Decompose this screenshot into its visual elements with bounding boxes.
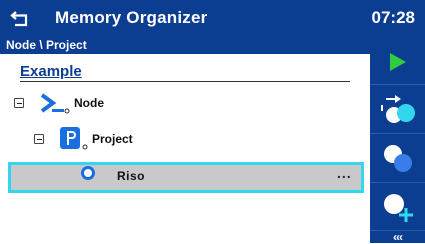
move-node-icon xyxy=(380,94,415,123)
move-node-button[interactable] xyxy=(370,87,425,130)
start-test-button[interactable] xyxy=(370,40,425,83)
copy-node-button[interactable] xyxy=(370,136,425,179)
divider xyxy=(370,182,425,183)
tree-item-riso[interactable] xyxy=(8,162,364,193)
divider xyxy=(370,84,425,85)
collapse-toggle[interactable] xyxy=(34,134,44,144)
copy-node-icon xyxy=(383,144,412,172)
section-heading: Example xyxy=(20,63,82,80)
collapse-toggle[interactable] xyxy=(14,98,24,108)
back-icon[interactable] xyxy=(10,7,32,29)
play-icon xyxy=(389,52,406,71)
breadcrumb: Node \ Project xyxy=(0,37,370,54)
tree-item-label: Node xyxy=(74,96,104,110)
divider xyxy=(370,133,425,134)
node-icon xyxy=(40,93,70,114)
tree-item-project[interactable]: Project xyxy=(34,126,133,152)
title-bar: Memory Organizer 07:28 xyxy=(0,0,425,37)
tree-item-label: Riso xyxy=(117,169,146,183)
add-node-button[interactable] xyxy=(370,185,425,228)
tree-item-label: Project xyxy=(92,132,133,146)
tree-item-node[interactable]: Node xyxy=(14,90,104,116)
clock: 07:28 xyxy=(371,8,415,27)
add-node-icon xyxy=(383,193,413,222)
measurement-empty-icon xyxy=(81,166,95,180)
more-options-button[interactable]: ... xyxy=(337,165,352,181)
divider xyxy=(20,81,350,82)
page-title: Memory Organizer xyxy=(55,8,208,27)
action-sidebar: ‹‹‹ xyxy=(370,37,425,244)
project-icon xyxy=(60,127,88,150)
more-icon: ‹‹‹ xyxy=(393,230,403,244)
more-button[interactable]: ‹‹‹ xyxy=(370,230,425,244)
